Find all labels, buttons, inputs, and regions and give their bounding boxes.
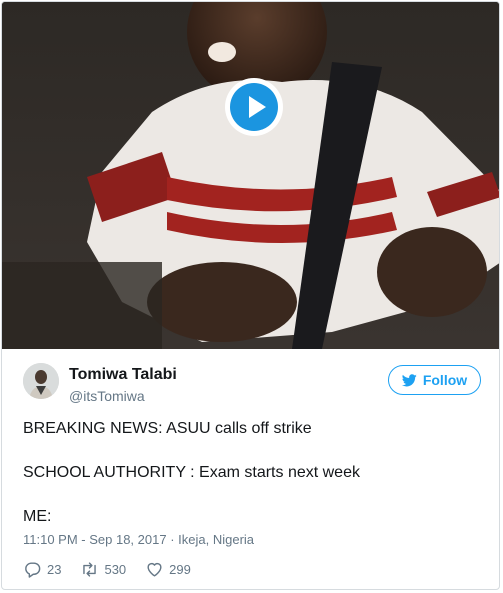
like-button[interactable]: 299 [145, 560, 191, 579]
retweet-count: 530 [104, 561, 127, 577]
tweet-location[interactable]: Ikeja, Nigeria [178, 532, 254, 547]
tweet-meta: 11:10 PM - Sep 18, 2017 · Ikeja, Nigeria [23, 532, 254, 547]
reply-icon [25, 561, 41, 578]
like-count: 299 [169, 561, 191, 577]
reply-count: 23 [47, 561, 62, 577]
avatar[interactable] [23, 363, 59, 399]
reply-button[interactable]: 23 [23, 560, 61, 579]
author-name[interactable]: Tomiwa Talabi [69, 366, 177, 384]
embedded-tweet-card: Tomiwa Talabi @itsTomiwa Follow BREAKING… [1, 1, 500, 590]
video-frame-image [2, 2, 499, 349]
tweet-line-2: SCHOOL AUTHORITY : Exam starts next week [23, 464, 360, 481]
retweet-button[interactable]: 530 [80, 560, 126, 579]
retweet-icon [83, 561, 97, 577]
author-handle[interactable]: @itsTomiwa [69, 388, 145, 404]
meta-separator: · [170, 532, 175, 547]
tweet-line-1: BREAKING NEWS: ASUU calls off strike [23, 420, 312, 437]
follow-button[interactable]: Follow [388, 365, 481, 395]
twitter-bird-icon [401, 373, 417, 386]
play-icon [249, 96, 266, 118]
follow-button-label: Follow [422, 372, 468, 388]
tweet-timestamp[interactable]: 11:10 PM - Sep 18, 2017 [23, 532, 167, 547]
tweet-actions: 23 530 299 [23, 559, 191, 579]
tweet-line-3: ME: [23, 508, 52, 525]
video-thumbnail[interactable] [2, 2, 499, 349]
play-button[interactable] [225, 78, 283, 136]
avatar-image [23, 363, 59, 399]
heart-icon [147, 562, 162, 577]
play-button-circle [230, 83, 278, 131]
